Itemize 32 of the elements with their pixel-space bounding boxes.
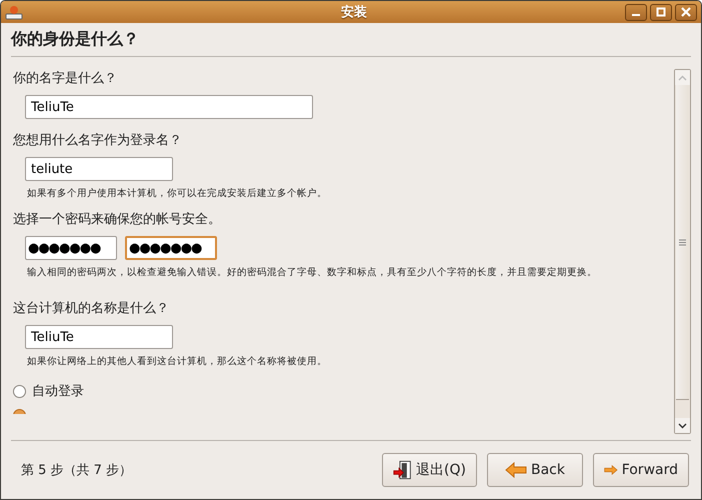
- forward-button[interactable]: Forward: [593, 453, 689, 487]
- maximize-button[interactable]: [650, 4, 672, 20]
- scrollbar[interactable]: [674, 69, 691, 434]
- hint-text: 如果有多个用户使用本计算机，你可以在完成安装后建立多个帐户。: [27, 187, 328, 200]
- password-field[interactable]: ●●●●●●●: [125, 236, 217, 260]
- hint-text: 如果你让网络上的其他人看到这台计算机，那么这个名称将被使用。: [27, 355, 328, 368]
- close-button[interactable]: [675, 4, 697, 20]
- window-title: 安装: [340, 4, 368, 21]
- scroll-down-icon[interactable]: [678, 422, 687, 428]
- field-label: 您想用什么名字作为登录名？: [13, 132, 183, 149]
- hint-text: 输入相同的密码两次，以检查避免输入错误。好的密码混合了字母、数字和标点，具有至少八个字符的长度，并且需要定期更换。: [27, 266, 598, 279]
- radio-button[interactable]: [13, 384, 26, 398]
- exit-door-icon: [393, 459, 412, 481]
- minimize-icon: [632, 14, 640, 16]
- installer-icon: [5, 4, 23, 20]
- text-field[interactable]: TeliuTe: [25, 325, 173, 349]
- quit-button[interactable]: 退出(Q): [382, 453, 477, 487]
- left-arrow-icon: [505, 462, 527, 478]
- field-label: 这台计算机的名称是什么？: [13, 300, 170, 317]
- field-label: 你的名字是什么？: [13, 70, 118, 87]
- back-button[interactable]: Back: [487, 453, 583, 487]
- field-label: 选择一个密码来确保您的帐号安全。: [13, 211, 222, 228]
- scrollbar-thumb[interactable]: [676, 85, 689, 400]
- text-field[interactable]: teliute: [25, 157, 173, 181]
- step-indicator: 第 5 步（共 7 步）: [21, 462, 132, 479]
- text-field[interactable]: TeliuTe: [25, 95, 313, 119]
- close-icon: [681, 7, 691, 17]
- minimize-button[interactable]: [625, 4, 647, 20]
- radio-label[interactable]: 自动登录: [32, 382, 84, 400]
- maximize-icon: [656, 7, 666, 17]
- page-heading: 你的身份是什么？: [10, 28, 140, 50]
- password-field[interactable]: ●●●●●●●: [25, 236, 117, 260]
